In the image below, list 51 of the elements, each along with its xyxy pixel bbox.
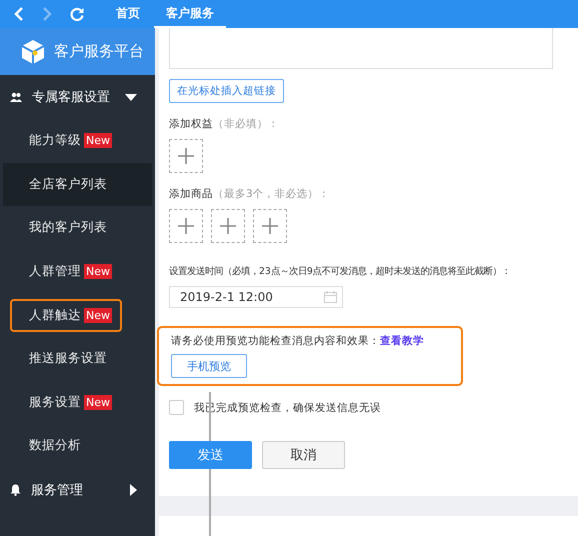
menu-item-label: 人群触达 [29,306,81,324]
field-label: 添加商品（最多3个，非必选）： [169,187,330,201]
menu-item-label: 推送服务设置 [29,350,107,368]
phone-preview-button[interactable]: 手机预览 [171,354,247,378]
calendar-icon [324,291,337,303]
menu-item-label: 能力等级 [29,132,81,150]
new-badge: New [84,264,112,280]
menu-item-label: 服务设置 [29,394,81,411]
people-icon [10,92,22,102]
menu-group-label: 服务管理 [31,482,84,499]
field-label: 设置发送时间（必填，23点～次日9点不可发消息，超时未发送的消息将至此截断）： [169,265,511,278]
back-icon[interactable] [14,7,24,21]
menu-item[interactable]: 人群管理 New [3,250,152,294]
add-slot-button[interactable] [211,209,245,243]
logo-icon [20,38,46,64]
caret-right-icon [130,484,137,496]
bell-icon [10,484,21,496]
new-badge: New [84,308,112,323]
menu-item[interactable]: 能力等级 New [3,119,152,163]
plus-icon [178,148,194,164]
field-label: 添加权益（非必填）： [169,117,279,131]
menu-item-label: 人群管理 [29,263,81,280]
menu-item[interactable]: 人群触达 New [3,293,152,337]
plus-icon [220,218,236,234]
menu-item[interactable]: 我的客户列表 [3,206,152,250]
menu-item-label: 我的客户列表 [29,219,107,236]
insert-link-button[interactable]: 在光标处插入超链接 [169,79,284,103]
caret-down-icon [125,94,137,100]
add-slot-button[interactable] [169,139,203,173]
add-slot-button[interactable] [253,209,287,243]
checkbox[interactable] [169,400,184,415]
plus-icon [178,218,194,234]
menu-item[interactable]: 数据分析 [3,424,152,468]
menu-group-label: 专属客服设置 [32,89,111,106]
menu-item-label: 全店客户列表 [29,176,107,193]
notice-text: 请务必使用预览功能检查消息内容和效果： [171,335,380,347]
menu-item[interactable]: 推送服务设置 [3,336,152,381]
new-badge: New [84,133,112,148]
menu-item[interactable]: 服务设置 New [3,380,152,424]
menu-item[interactable]: 全店客户列表 [3,162,152,206]
logo-title: 客户服务平台 [54,42,144,61]
add-slot-button[interactable] [169,209,203,243]
menu-item-label: 数据分析 [29,437,81,454]
tutorial-link[interactable]: 查看教学 [380,335,424,347]
menu-group[interactable]: 服务管理 [0,468,155,512]
plus-icon [262,218,278,234]
new-badge: New [84,394,112,410]
date-field[interactable]: 2019-2-1 12:00 [169,286,343,308]
refresh-icon[interactable] [70,7,84,21]
menu-group[interactable]: 专属客服设置 [0,75,155,119]
cancel-button[interactable]: 取消 [262,441,345,469]
